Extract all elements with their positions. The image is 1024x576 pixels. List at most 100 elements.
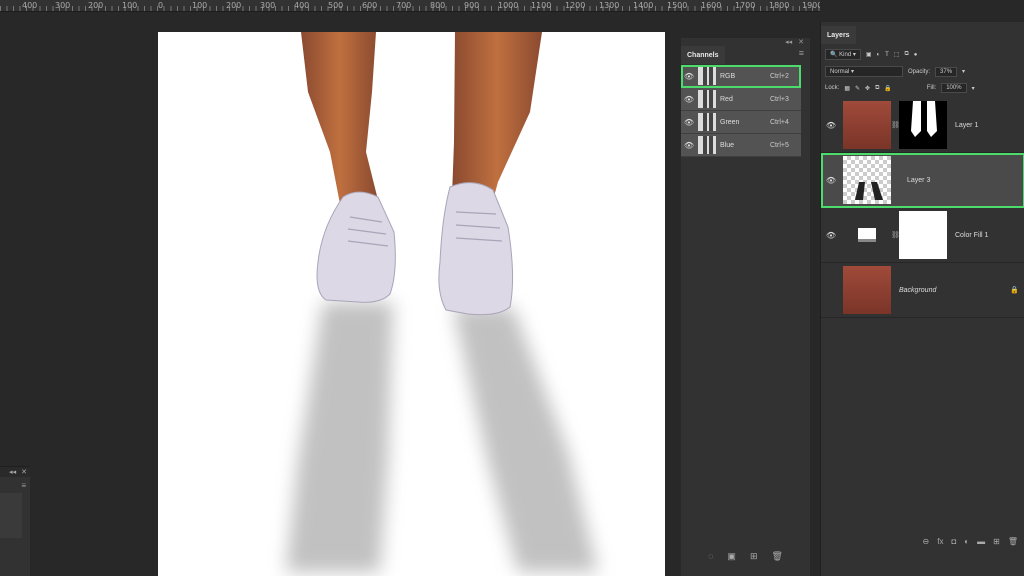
filter-shape-icon[interactable]: ⬚ <box>894 51 900 58</box>
eye-icon[interactable]: 👁 <box>681 72 697 81</box>
channel-name: Blue <box>720 141 735 149</box>
filter-smart-object-icon[interactable]: ⧉ <box>904 51 908 58</box>
channel-name: RGB <box>720 72 736 80</box>
document-workspace[interactable] <box>0 13 678 576</box>
channel-thumbnail <box>698 113 716 131</box>
opacity-label: Opacity: <box>908 68 931 75</box>
channel-shortcut: Ctrl+5 <box>770 141 789 149</box>
layer-name[interactable]: Layer 1 <box>955 122 978 129</box>
opacity-input[interactable]: 37% <box>935 66 958 77</box>
layer-row-color-fill-1[interactable]: 👁 ⛓ Color Fill 1 <box>821 208 1024 263</box>
lock-label: Lock: <box>825 85 840 91</box>
hamburger-menu-icon[interactable]: ≡ <box>799 48 804 58</box>
filter-pixel-icon[interactable]: ▣ <box>866 51 872 58</box>
ruler-label: 700 <box>396 1 412 10</box>
lock-position-icon[interactable]: ✥ <box>865 85 870 92</box>
lock-icon: 🔒 <box>1010 287 1019 294</box>
ruler-label: 100 <box>192 1 208 10</box>
blend-mode-select[interactable]: Normal ▾ <box>825 66 903 77</box>
close-icon[interactable]: ✕ <box>21 468 27 476</box>
fx-icon[interactable]: fx <box>937 537 943 546</box>
eye-icon[interactable]: 👁 <box>681 95 697 104</box>
filter-type-icon[interactable]: T <box>885 52 889 58</box>
fill-input[interactable]: 100% <box>941 83 967 93</box>
layer-thumbnail <box>843 101 891 149</box>
mini-panel-bar: ◂◂ ✕ <box>0 467 30 477</box>
tab-channels[interactable]: Channels <box>681 46 725 64</box>
blend-row: Normal ▾ Opacity: 37% ▾ <box>825 66 965 77</box>
channel-row-blue[interactable]: 👁 Blue Ctrl+5 <box>681 134 801 157</box>
eye-icon[interactable]: 👁 <box>681 141 697 150</box>
ruler-label: 200 <box>226 1 242 10</box>
add-mask-icon[interactable]: ◘ <box>951 537 956 546</box>
ruler-label: 300 <box>55 1 71 10</box>
eye-icon[interactable]: 👁 <box>681 118 697 127</box>
ruler-label: 300 <box>260 1 276 10</box>
right-shoe <box>438 182 514 316</box>
eye-icon[interactable]: 👁 <box>821 176 841 185</box>
layer-mask-thumbnail[interactable] <box>899 101 947 149</box>
ruler-label: 1700 <box>735 1 756 10</box>
link-icon[interactable]: ⛓ <box>891 231 900 239</box>
lock-artboard-icon[interactable]: ⧉ <box>875 85 879 92</box>
channel-shortcut: Ctrl+2 <box>770 72 789 80</box>
channel-row-red[interactable]: 👁 Red Ctrl+3 <box>681 88 801 111</box>
close-icon[interactable]: ✕ <box>798 38 804 46</box>
channel-name: Green <box>720 118 740 126</box>
filter-adjustment-icon[interactable]: ◐ <box>877 52 881 58</box>
horizontal-ruler: 400 300 200 100 0 100 200 300 400 500 60… <box>0 0 820 12</box>
hamburger-menu-icon[interactable]: ≡ <box>21 481 26 490</box>
save-selection-icon[interactable]: ▣ <box>727 551 736 562</box>
delete-layer-icon[interactable]: 🗑 <box>1008 537 1018 546</box>
link-layers-icon[interactable]: ⊖ <box>923 537 930 546</box>
kind-filter-select[interactable]: 🔍 Kind ▾ <box>825 49 861 60</box>
layer-thumbnail <box>843 266 891 314</box>
layer-name[interactable]: Layer 3 <box>907 177 930 184</box>
tab-layers[interactable]: Layers <box>821 26 856 44</box>
eye-icon[interactable]: 👁 <box>821 231 841 240</box>
channel-row-rgb[interactable]: 👁 RGB Ctrl+2 <box>681 65 801 88</box>
layer-row-layer-1[interactable]: 👁 ⛓ Layer 1 <box>821 98 1024 153</box>
left-leg <box>301 32 378 204</box>
collapse-icon[interactable]: ◂◂ <box>785 38 792 46</box>
layer-row-layer-3[interactable]: 👁 Layer 3 <box>821 153 1024 208</box>
group-folder-icon[interactable]: ▬ <box>977 537 985 546</box>
layer-name[interactable]: Color Fill 1 <box>955 232 988 239</box>
left-shadow <box>286 302 393 572</box>
channel-list: 👁 RGB Ctrl+2 👁 Red Ctrl+3 👁 Green Ctrl+4… <box>681 65 801 157</box>
ruler-label: 1600 <box>701 1 722 10</box>
link-icon[interactable]: ⛓ <box>891 121 900 129</box>
lock-pixels-icon[interactable]: ✎ <box>855 85 860 92</box>
right-leg <box>452 32 542 200</box>
lock-transparent-icon[interactable]: ▦ <box>844 85 850 92</box>
layer-filter-row: 🔍 Kind ▾ ▣ ◐ T ⬚ ⧉ ● <box>825 49 917 60</box>
layer-row-background[interactable]: Background 🔒 <box>821 263 1024 318</box>
ruler-label: 1800 <box>769 1 790 10</box>
collapse-icon[interactable]: ◂◂ <box>9 468 16 476</box>
ruler-label: 500 <box>328 1 344 10</box>
ruler-label: 1400 <box>633 1 654 10</box>
left-shoe <box>316 191 396 303</box>
lock-all-icon[interactable]: 🔒 <box>884 85 891 92</box>
chevron-down-icon[interactable]: ▾ <box>962 68 965 75</box>
layer-mask-thumbnail[interactable] <box>899 211 947 259</box>
new-layer-icon[interactable]: ⊞ <box>993 537 1000 546</box>
new-channel-icon[interactable]: ⊞ <box>750 551 758 562</box>
fill-thumbnail <box>843 211 891 259</box>
canvas-artwork <box>286 32 598 572</box>
layer-name[interactable]: Background <box>899 287 936 294</box>
channel-row-green[interactable]: 👁 Green Ctrl+4 <box>681 111 801 134</box>
filter-toggle-icon[interactable]: ● <box>914 52 918 58</box>
eye-icon[interactable]: 👁 <box>821 121 841 130</box>
channels-panel: ◂◂ ✕ Channels ≡ 👁 RGB Ctrl+2 👁 Red Ctrl+… <box>681 38 810 576</box>
ruler-label: 1000 <box>498 1 519 10</box>
layers-footer: ⊖ fx ◘ ◐ ▬ ⊞ 🗑 <box>923 537 1018 546</box>
document-canvas[interactable] <box>158 32 665 576</box>
delete-channel-icon[interactable]: 🗑 <box>771 551 782 562</box>
chevron-down-icon[interactable]: ▾ <box>972 85 975 92</box>
channels-topbar: ◂◂ ✕ <box>681 38 810 46</box>
channel-thumbnail <box>698 90 716 108</box>
load-selection-icon[interactable]: ◌ <box>708 551 713 562</box>
ruler-label: 900 <box>464 1 480 10</box>
adjustment-layer-icon[interactable]: ◐ <box>964 537 969 546</box>
